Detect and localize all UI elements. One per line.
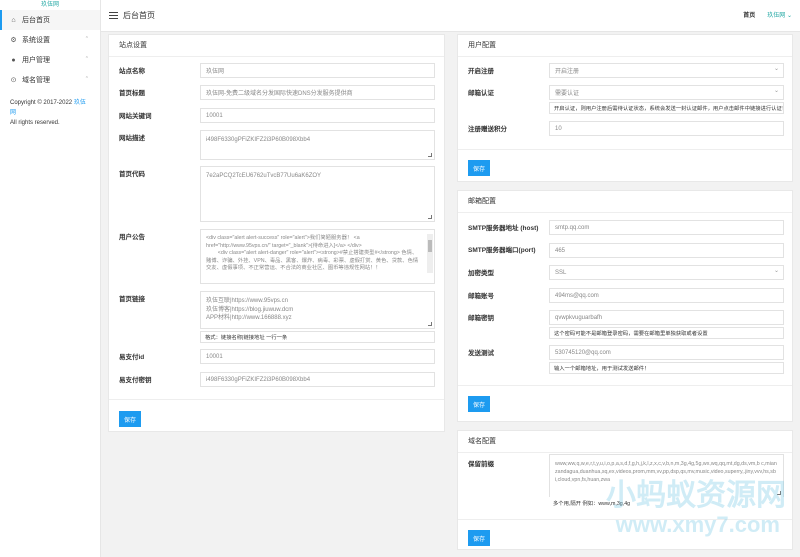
user-menu[interactable]: 玖伍网 ⌄ bbox=[767, 10, 792, 19]
user-icon: ● bbox=[11, 56, 16, 64]
settings-icon: ⚙ bbox=[10, 37, 17, 44]
textarea-value: <div class="alert alert-success" role="a… bbox=[206, 235, 419, 271]
mail-secret-hint: 这个密码可能不是邮箱登录密码，需要在邮箱里单独获取或者设置 bbox=[549, 327, 784, 339]
field-label: 站点名称 bbox=[119, 68, 145, 75]
register-points-input[interactable]: 10 bbox=[549, 121, 784, 136]
keywords-input[interactable]: 10001 bbox=[200, 108, 435, 123]
copyright-text: Copyright © 2017-2022 bbox=[10, 100, 73, 106]
field-label: 首页标题 bbox=[119, 90, 145, 97]
save-button[interactable]: 保存 bbox=[468, 530, 490, 546]
home-title-input[interactable]: 玖伍网-免费二级域名分发国际快速DNS分发服务提供商 bbox=[200, 85, 435, 100]
field-label: 易支付密钥 bbox=[119, 377, 152, 384]
textarea-value: 7e2aPCQ2TcEU6762uTvcB77Uu6aK6ZOY bbox=[206, 173, 322, 179]
sidebar-item-system-settings[interactable]: ⚙ 系统设置 ⌃ bbox=[0, 30, 100, 50]
sidebar-item-label: 域名管理 bbox=[22, 77, 50, 84]
links-hint: 格式：链接名称|链接地址 一行一条 bbox=[200, 331, 435, 343]
field-label: 首页代码 bbox=[119, 171, 145, 178]
resize-handle-icon[interactable] bbox=[428, 153, 432, 157]
user-config-card: 用户配置 开启注册 开启注册 邮箱认证 需要认证 开启认证，则用户注册后需待认证… bbox=[457, 34, 793, 182]
topbar: 后台首页 首页 玖伍网 ⌄ bbox=[101, 0, 800, 32]
watermark-title: 小蚂蚁资源网 bbox=[606, 479, 786, 512]
page-title: 后台首页 bbox=[123, 11, 155, 20]
field-label: 邮箱账号 bbox=[468, 293, 494, 300]
links-textarea[interactable]: 玖伍互联|https://www.95vps.cn 玖伍博客|https://b… bbox=[200, 291, 435, 329]
resize-handle-icon[interactable] bbox=[428, 215, 432, 219]
field-label: SMTP服务器地址 (host) bbox=[468, 225, 539, 232]
mail-secret-input[interactable]: qvwpkvuguarbafh bbox=[549, 310, 784, 325]
field-label: 开启注册 bbox=[468, 68, 494, 75]
field-label: 首页链接 bbox=[119, 296, 145, 303]
notice-textarea[interactable]: <div class="alert alert-success" role="a… bbox=[200, 229, 435, 284]
copyright: Copyright © 2017-2022 玖伍网 All rights res… bbox=[0, 90, 100, 136]
field-label: SMTP服务器端口(port) bbox=[468, 247, 536, 254]
field-label: 邮箱密钥 bbox=[468, 315, 494, 322]
description-textarea[interactable]: i498F6330gPFiZKIFZ2i3P60B098Xbb4 bbox=[200, 130, 435, 160]
test-email-input[interactable]: 530745120@qq.com bbox=[549, 345, 784, 360]
sidebar-item-label: 系统设置 bbox=[22, 37, 50, 44]
sidebar-item-home[interactable]: ⌂ 后台首页 bbox=[0, 10, 100, 30]
watermark-url: www.xmy7.com bbox=[615, 512, 780, 537]
field-label: 网站描述 bbox=[119, 135, 145, 142]
field-label: 邮箱认证 bbox=[468, 90, 494, 97]
home-link[interactable]: 首页 bbox=[743, 10, 755, 19]
resize-handle-icon[interactable] bbox=[428, 322, 432, 326]
chevron-up-icon: ⌃ bbox=[84, 56, 89, 62]
pay-id-input[interactable]: 10001 bbox=[200, 349, 435, 364]
card-title: 邮箱配置 bbox=[458, 191, 792, 213]
email-verify-select[interactable]: 需要认证 bbox=[549, 85, 784, 100]
site-name-input[interactable]: 玖伍网 bbox=[200, 63, 435, 78]
home-icon: ⌂ bbox=[11, 16, 16, 24]
save-button[interactable]: 保存 bbox=[468, 160, 490, 176]
mail-config-card: 邮箱配置 SMTP服务器地址 (host) smtp.qq.com SMTP服务… bbox=[457, 190, 793, 422]
field-label: 注册赠送积分 bbox=[468, 126, 507, 133]
field-label: 保留前缀 bbox=[468, 461, 494, 468]
open-registration-select[interactable]: 开启注册 bbox=[549, 63, 784, 78]
logo[interactable]: 玖伍网 bbox=[0, 0, 100, 10]
field-label: 加密类型 bbox=[468, 270, 494, 277]
test-email-hint: 输入一个邮箱地址，用于测试发送邮件！ bbox=[549, 362, 784, 374]
sidebar: 玖伍网 ⌂ 后台首页 ⚙ 系统设置 ⌃ ● 用户管理 ⌃ ⊙ 域名管理 ⌃ Co… bbox=[0, 0, 101, 557]
pay-key-input[interactable]: i498F6330gPFiZKIFZ2i3P60B098Xbb4 bbox=[200, 372, 435, 387]
home-code-textarea[interactable]: 7e2aPCQ2TcEU6762uTvcB77Uu6aK6ZOY bbox=[200, 166, 435, 222]
textarea-value: 玖伍互联|https://www.95vps.cn 玖伍博客|https://b… bbox=[206, 298, 294, 321]
sidebar-item-label: 用户管理 bbox=[22, 57, 50, 64]
sidebar-item-domain-management[interactable]: ⊙ 域名管理 ⌃ bbox=[0, 70, 100, 90]
card-title: 站点设置 bbox=[109, 35, 444, 57]
globe-icon: ⊙ bbox=[10, 77, 17, 84]
textarea-value: i498F6330gPFiZKIFZ2i3P60B098Xbb4 bbox=[206, 137, 311, 143]
copyright-rights: All rights reserved. bbox=[10, 120, 60, 126]
chevron-up-icon: ⌃ bbox=[84, 76, 89, 82]
encryption-select[interactable]: SSL bbox=[549, 265, 784, 280]
smtp-port-input[interactable]: 465 bbox=[549, 243, 784, 258]
field-label: 网站关键词 bbox=[119, 113, 152, 120]
sidebar-item-user-management[interactable]: ● 用户管理 ⌃ bbox=[0, 50, 100, 70]
save-button[interactable]: 保存 bbox=[468, 396, 490, 412]
menu-toggle-icon[interactable] bbox=[109, 12, 118, 19]
chevron-up-icon: ⌃ bbox=[84, 36, 89, 42]
card-title: 用户配置 bbox=[458, 35, 792, 57]
sidebar-item-label: 后台首页 bbox=[22, 17, 50, 24]
scrollbar[interactable] bbox=[427, 234, 433, 273]
email-verify-hint: 开启认证，则用户注册后需待认证状态，系统会发送一封认证邮件，用户点击邮件中链接进… bbox=[549, 102, 784, 114]
field-label: 易支付id bbox=[119, 354, 145, 361]
site-settings-card: 站点设置 站点名称 玖伍网 首页标题 玖伍网-免费二级域名分发国际快速DNS分发… bbox=[108, 34, 445, 432]
field-label: 用户公告 bbox=[119, 234, 145, 241]
card-title: 域名配置 bbox=[458, 431, 792, 453]
smtp-host-input[interactable]: smtp.qq.com bbox=[549, 220, 784, 235]
field-label: 发送测试 bbox=[468, 350, 494, 357]
mail-account-input[interactable]: 494ms@qq.com bbox=[549, 288, 784, 303]
save-button[interactable]: 保存 bbox=[119, 411, 141, 427]
